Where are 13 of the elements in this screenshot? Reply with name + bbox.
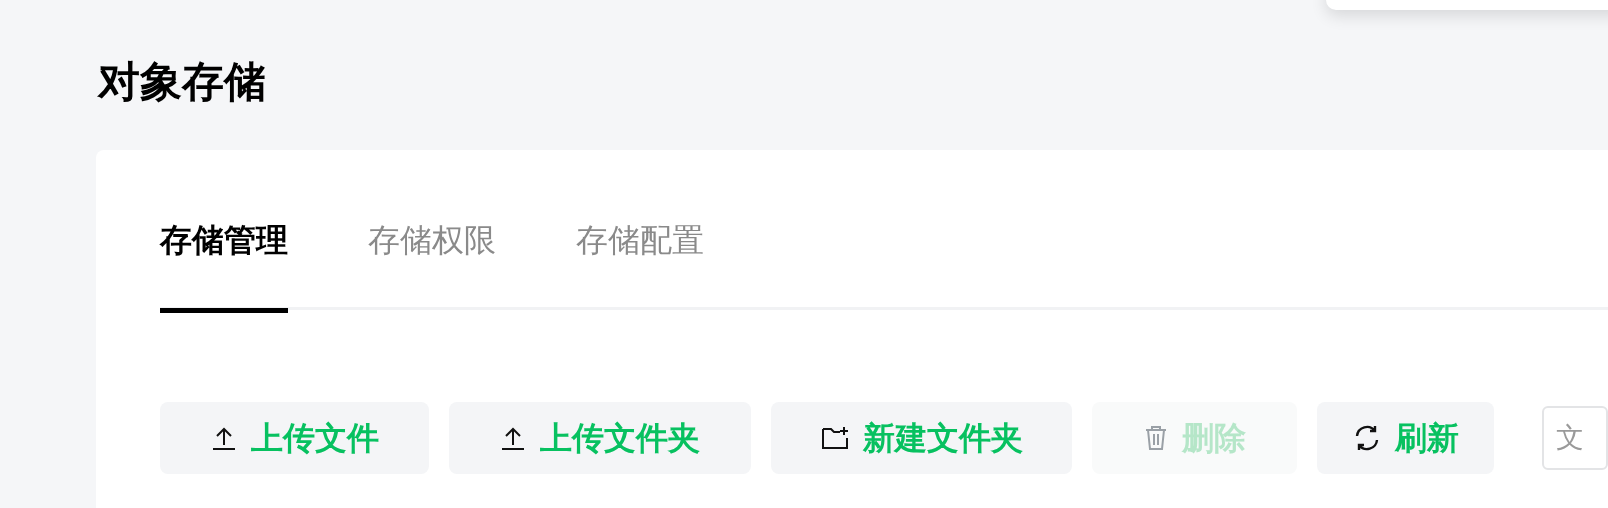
- upload-icon: [210, 425, 237, 451]
- trash-icon: [1143, 425, 1168, 451]
- page-title: 对象存储: [98, 57, 266, 107]
- upload-icon: [500, 425, 526, 451]
- new-folder-button[interactable]: 新建文件夹: [771, 402, 1072, 474]
- new-folder-icon: [820, 426, 849, 450]
- tab[interactable]: 存储权限: [368, 204, 496, 313]
- tab[interactable]: 存储管理: [160, 204, 288, 313]
- upload-button[interactable]: 上传文件夹: [449, 402, 751, 474]
- search-field[interactable]: 文: [1542, 406, 1608, 470]
- tab[interactable]: 存储配置: [576, 204, 704, 313]
- upload-button[interactable]: 上传文件: [160, 402, 429, 474]
- refresh-button[interactable]: 刷新: [1317, 402, 1494, 474]
